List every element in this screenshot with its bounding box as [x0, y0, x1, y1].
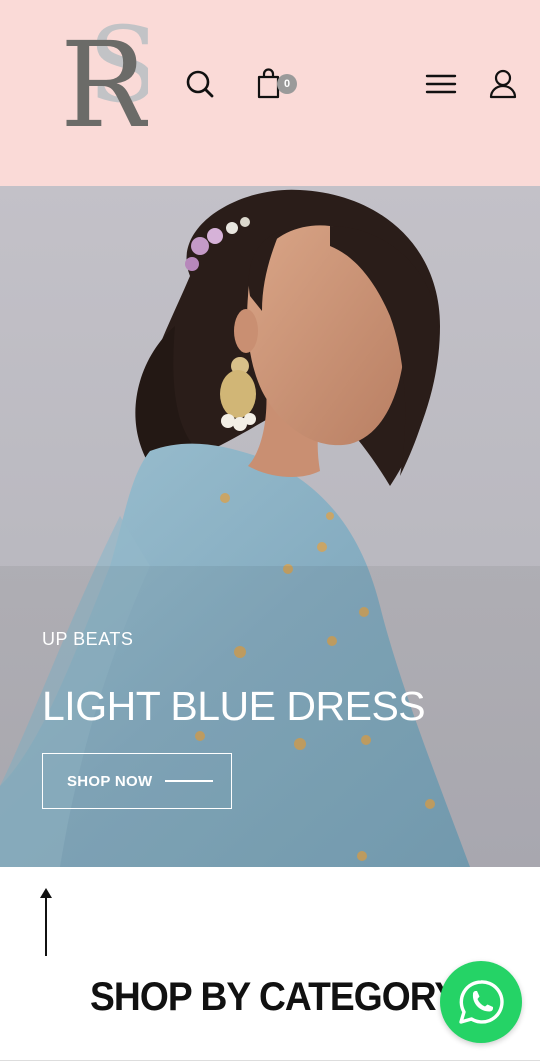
brand-logo[interactable]: S R: [58, 4, 159, 154]
section-title-shop-by-category: SHOP BY CATEGORY: [90, 975, 459, 1019]
arrow-up-icon: [40, 888, 52, 956]
shop-now-button[interactable]: SHOP NOW: [42, 753, 232, 809]
hamburger-menu-icon: [425, 74, 457, 94]
hero-banner: UP BEATS LIGHT BLUE DRESS SHOP NOW: [0, 186, 540, 867]
user-icon: [489, 69, 517, 99]
menu-button[interactable]: [424, 69, 458, 99]
whatsapp-chat-button[interactable]: [440, 961, 522, 1043]
svg-text:R: R: [60, 16, 148, 136]
account-button[interactable]: [486, 67, 520, 101]
divider: [0, 1060, 540, 1061]
hero-eyebrow: UP BEATS: [42, 629, 134, 649]
hero-title: LIGHT BLUE DRESS: [42, 683, 426, 729]
scroll-top-button[interactable]: [36, 886, 56, 958]
rs-monogram-logo: S R: [60, 4, 159, 154]
arrow-line-icon: [165, 780, 213, 782]
search-icon: [186, 70, 214, 98]
cart-count-badge: 0: [277, 74, 297, 94]
cart-button[interactable]: 0: [255, 67, 299, 101]
shop-now-label: SHOP NOW: [67, 772, 153, 790]
site-header: S R 0: [0, 0, 540, 186]
search-button[interactable]: [183, 67, 217, 101]
whatsapp-icon: [459, 980, 504, 1024]
